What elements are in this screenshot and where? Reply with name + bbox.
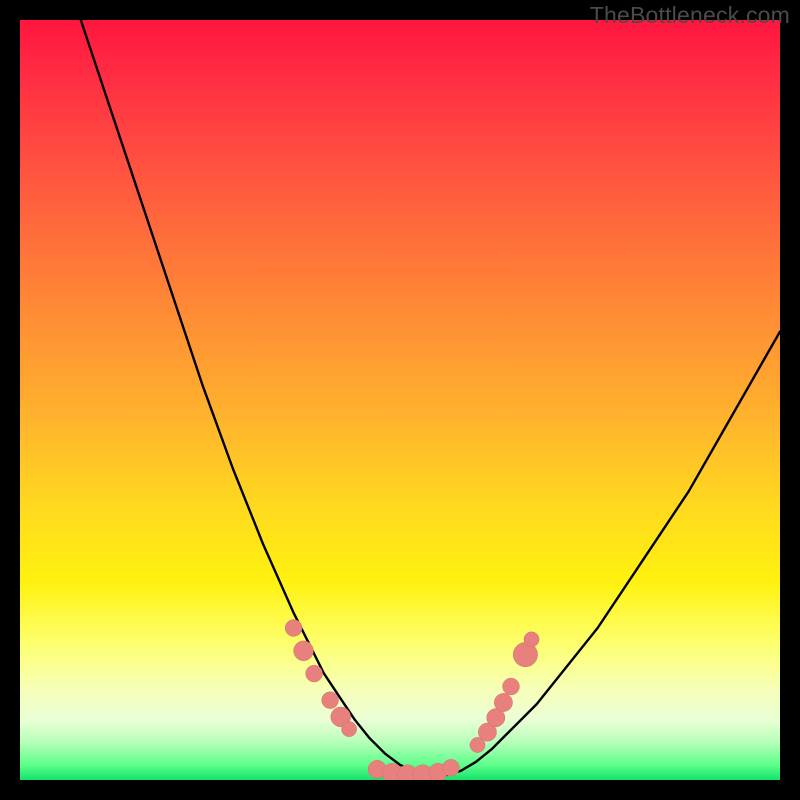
marker-right-6 (524, 632, 539, 647)
marker-bottom-5 (443, 759, 460, 776)
marker-left-2 (306, 665, 323, 682)
marker-left-3 (322, 692, 339, 709)
marker-left-0 (285, 620, 302, 637)
curve-path-group (81, 20, 780, 775)
marker-right-3 (494, 693, 512, 711)
marker-left-5 (342, 722, 357, 737)
bottleneck-curve-path (81, 20, 780, 775)
plot-area (20, 20, 780, 780)
marker-left-1 (294, 641, 314, 661)
chart-frame: TheBottleneck.com (0, 0, 800, 800)
marker-right-4 (503, 678, 520, 695)
attribution-text: TheBottleneck.com (590, 2, 790, 29)
curve-markers-group (285, 620, 539, 780)
bottleneck-curve-svg (20, 20, 780, 780)
